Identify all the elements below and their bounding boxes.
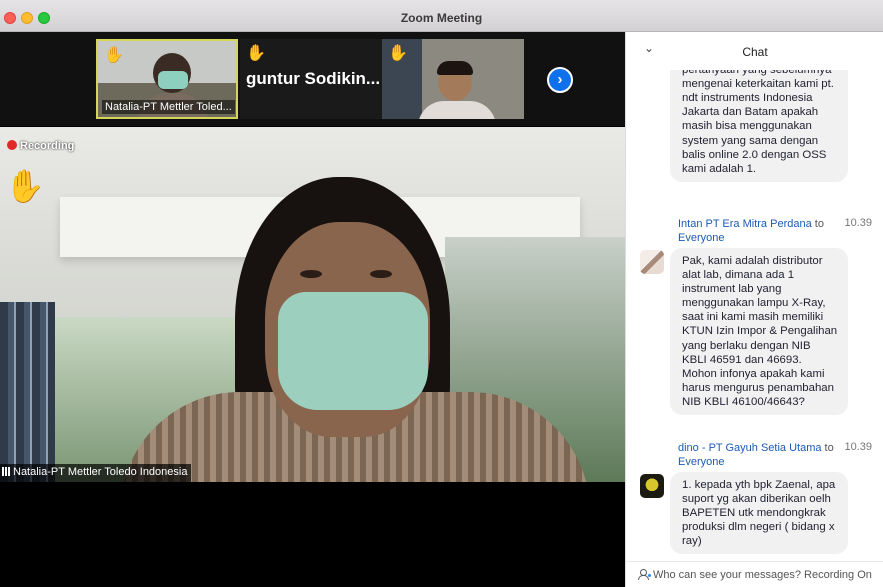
participant-name: Natalia-PT Mettler Toled... [102,100,235,114]
chevron-right-icon: › [557,71,563,88]
video-area: ✋ Natalia-PT Mettler Toled... ✋ guntur S… [0,32,625,587]
avatar [640,250,664,274]
participant-video-mask [158,71,188,89]
participant-video-body [418,101,496,119]
chat-message-text: saya ingin menanyakan masih pertanyaan y… [682,70,834,175]
window-titlebar: Zoom Meeting [0,0,883,32]
chat-sender[interactable]: dino - PT Gayuh Setia Utama [678,442,821,454]
chat-recipient: Everyone [678,456,725,468]
raised-hand-icon: ✋ [388,45,408,62]
chat-sender-line: Intan PT Era Mitra Perdana to Everyone [678,217,838,245]
chat-message-text: 1. kepada yth bpk Zaenal, apa suport yg … [682,479,836,548]
chat-to-label: to [814,218,824,230]
chat-message-list[interactable]: saya ingin menanyakan masih pertanyaan y… [626,70,883,562]
speaker-mask [278,292,428,410]
chat-timestamp: 10.39 [844,441,872,453]
chat-sender[interactable]: Intan PT Era Mitra Perdana [678,218,812,230]
chat-panel: ⌄ Chat saya ingin menanyakan masih perta… [625,32,883,587]
thumbnail-strip: ✋ Natalia-PT Mettler Toled... ✋ guntur S… [0,32,625,126]
person-icon [638,569,649,580]
signal-strength-icon [2,467,10,476]
chat-recipient: Everyone [678,232,725,244]
record-dot-icon [7,140,17,150]
chat-message: saya ingin menanyakan masih pertanyaan y… [670,70,848,182]
chat-title: Chat [742,45,768,59]
chat-footer-text: Who can see your messages? Recording On [653,569,872,581]
active-speaker-name-tag: Natalia-PT Mettler Toledo Indonesia [0,464,192,482]
participant-name: guntur Sodikin... [246,69,381,88]
status-dot-icon [648,574,651,577]
raised-hand-icon: ✋ [104,47,124,64]
chat-header: ⌄ Chat [626,32,883,70]
avatar [640,474,664,498]
window-title: Zoom Meeting [400,11,483,25]
speaker-eye [370,270,392,278]
chat-to-label: to [824,442,834,454]
active-speaker-name: Natalia-PT Mettler Toledo Indonesia [13,466,188,478]
raised-hand-icon: ✋ [246,45,266,62]
chat-privacy-link[interactable]: Who can see your messages? Recording On [626,561,883,587]
raised-hand-icon: ✋ [5,168,45,204]
next-participants-button[interactable]: › [547,67,573,93]
participant-thumbnail[interactable]: ✋ guntur Sodikin... [240,39,382,119]
speaker-eye [300,270,322,278]
chat-message: Pak, kami adalah distributor alat lab, d… [670,248,848,416]
participant-video-hair [437,61,473,75]
participant-thumbnail[interactable]: ✋ [382,39,524,119]
chat-message-text: Pak, kami adalah distributor alat lab, d… [682,255,838,408]
active-speaker-video [0,127,625,482]
chat-message: 1. kepada yth bpk Zaenal, apa suport yg … [670,472,848,555]
participant-thumbnail[interactable]: ✋ Natalia-PT Mettler Toled... [96,39,238,119]
recording-indicator: Recording [7,140,74,152]
recording-label: Recording [20,140,75,152]
chat-timestamp: 10.39 [844,217,872,229]
chat-sender-line: dino - PT Gayuh Setia Utama to Everyone [678,441,838,469]
video-background-binders [0,302,55,482]
